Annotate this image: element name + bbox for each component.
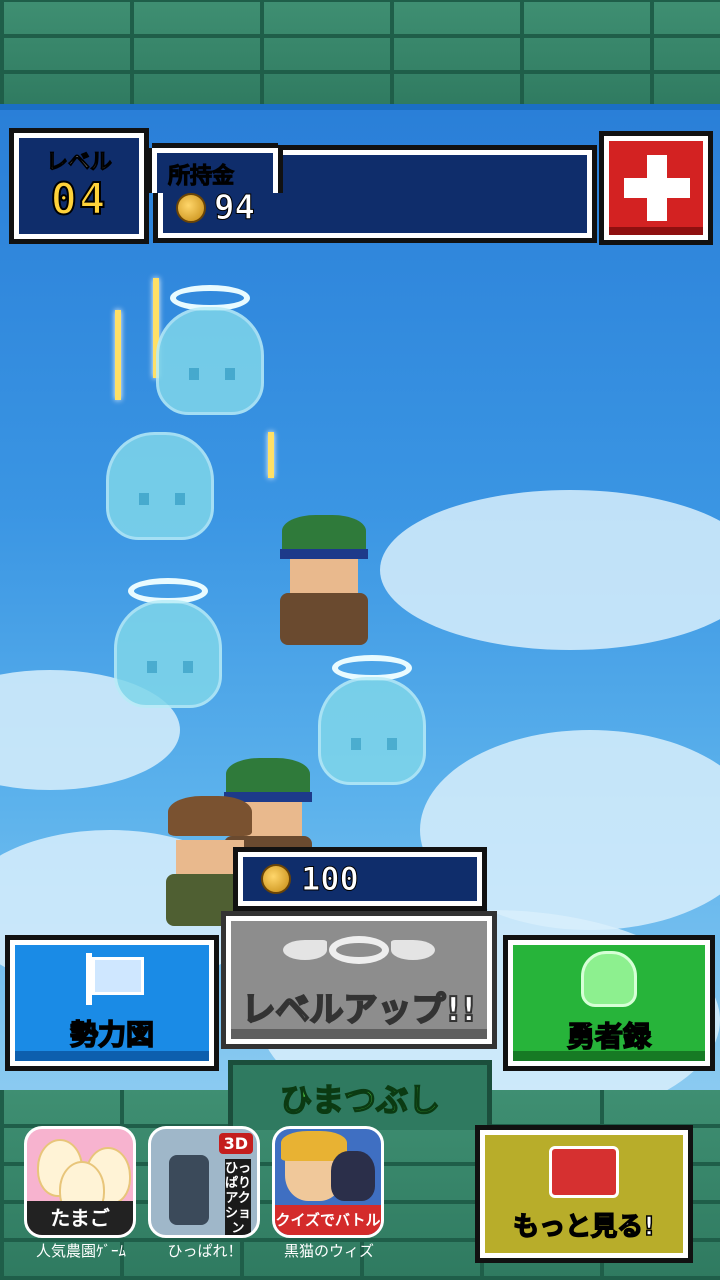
sparkle-trail [115,310,121,400]
top-brick-wall [0,0,720,110]
app-caption: 人気農園ｹﾞｰﾑ [35,1242,126,1260]
sparkle-trail [268,432,274,478]
ghost-icon [581,951,637,1007]
wiz-app-icon: クイズでバトル [272,1126,384,1238]
app-link-wiz[interactable]: クイズでバトル 黒猫のウィズ [272,1126,386,1261]
app-link-eggs[interactable]: たまご 人気農園ｹﾞｰﾑ [24,1126,138,1261]
level-value: 04 [50,173,108,226]
level-panel: レベル 04 [14,133,144,239]
app-tag: たまご [27,1201,133,1235]
levelup-cost: 100 [301,860,360,899]
hero-record-button-label: 勇者録 [566,1019,652,1054]
app-caption: ひっぱれ！ [167,1242,243,1260]
levelup-cost-panel: 100 [238,852,482,906]
section-title: ひまつぶし [279,1080,441,1120]
money-value: 94 [214,188,256,229]
action-app-icon: 3D ひっぱりアクション [148,1126,260,1238]
app-tag: クイズでバトル [275,1205,381,1235]
levelup-button[interactable]: レベルアップ!! [226,916,492,1044]
map-button-label: 勢力図 [69,1017,155,1052]
money-label: 所持金 [167,164,235,190]
ghost-sprite [312,655,432,785]
app-tag: ひっぱりアクション [225,1159,252,1236]
medical-cross-button[interactable] [604,136,708,240]
flag-icon [82,953,144,1005]
ghost-sprite [150,285,270,415]
map-button[interactable]: 勢力図 [10,940,214,1066]
more-games-label: もっと見る! [512,1211,655,1243]
treasure-chest-icon [549,1145,619,1198]
section-tab: ひまつぶし [228,1060,492,1130]
hero-sprite [274,515,374,645]
app-caption: 黒猫のウィズ [283,1242,374,1260]
money-row: 94 [176,188,256,229]
egg-app-icon: たまご [24,1126,136,1238]
angel-wings-icon [279,930,439,974]
coin-icon [176,193,206,223]
level-label: レベル [45,150,112,176]
coin-icon [261,864,291,894]
app-badge: 3D [218,1133,253,1154]
ghost-sprite [108,578,228,708]
levelup-button-label: レベルアップ!! [240,989,477,1031]
ghost-sprite [100,410,220,540]
app-link-hippare[interactable]: 3D ひっぱりアクション ひっぱれ！ [148,1126,262,1261]
hero-record-button[interactable]: 勇者録 [508,940,710,1066]
more-games-button[interactable]: もっと見る! [480,1130,688,1258]
